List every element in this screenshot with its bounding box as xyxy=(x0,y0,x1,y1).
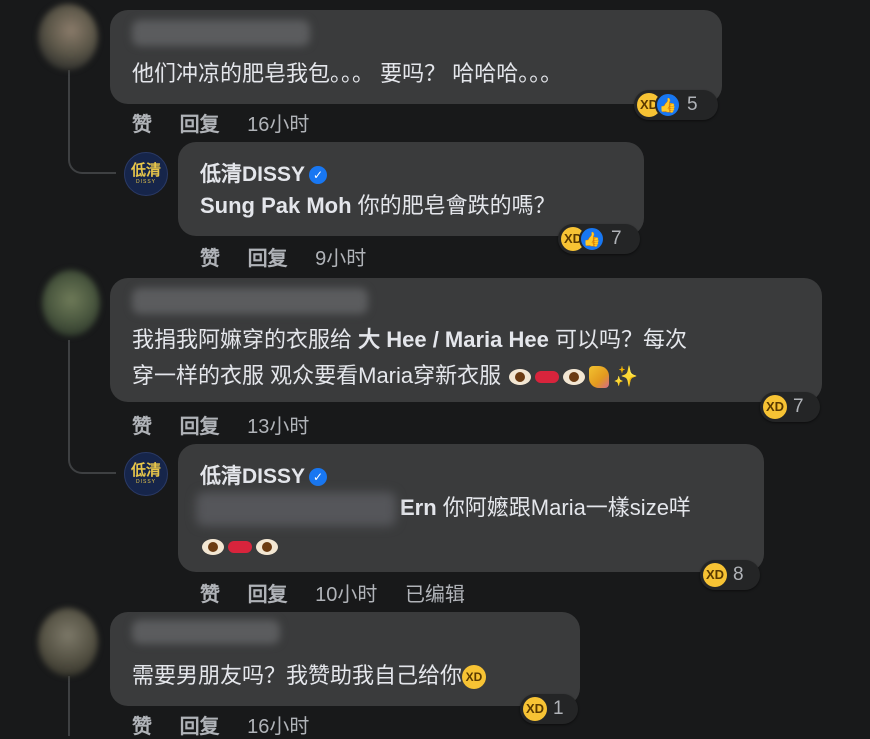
reply-author[interactable]: 低清DISSY ✓ xyxy=(200,460,328,490)
mention-link[interactable]: Ern xyxy=(400,495,437,520)
comment-text-part: 穿一样的衣服 观众要看Maria穿新衣服 xyxy=(132,363,502,388)
like-button[interactable]: 赞 xyxy=(132,416,152,438)
comment-text-line2: 穿一样的衣服 观众要看Maria穿新衣服 ✨ xyxy=(132,358,638,395)
comment-text: 他们冲凉的肥皂我包。。。 要吗？ 哈哈哈。。。 xyxy=(132,61,563,86)
like-icon: 👍 xyxy=(579,226,605,252)
comment-actions: 赞 回复 13小时 xyxy=(132,410,331,439)
reaction-summary[interactable]: XD 👍 5 xyxy=(634,90,718,120)
verified-icon: ✓ xyxy=(309,468,328,486)
reaction-summary[interactable]: XD 👍 7 xyxy=(558,224,640,254)
reaction-summary[interactable]: XD 1 xyxy=(520,694,578,724)
page-logo-sub: DISSY xyxy=(135,479,156,485)
reaction-count: 5 xyxy=(687,94,698,115)
mention-redacted xyxy=(196,492,396,527)
author-name-redacted xyxy=(132,620,280,644)
page-logo-sub: DISSY xyxy=(135,179,156,185)
comment-text-part: 我捐我阿嫲穿的衣服给 xyxy=(132,327,359,352)
reaction-count: 7 xyxy=(793,396,804,417)
page-avatar[interactable]: 低清 DISSY xyxy=(124,452,168,496)
mention-link[interactable]: 大 Hee / Maria Hee xyxy=(358,327,549,352)
comment-text: 需要男朋友吗？我赞助我自己给你 XD xyxy=(132,658,487,694)
like-button[interactable]: 赞 xyxy=(200,584,220,606)
eye-emoji-icon xyxy=(256,539,278,556)
reaction-summary[interactable]: XD 8 xyxy=(700,560,760,590)
eye-emoji-icon xyxy=(202,539,224,556)
thread-line xyxy=(68,676,70,736)
comment-text: 我捐我阿嫲穿的衣服给 大 Hee / Maria Hee 可以吗？每次 xyxy=(132,322,687,358)
avatar[interactable] xyxy=(42,270,100,336)
reply-body: 你的肥皂會跌的嗎？ xyxy=(351,193,556,218)
author-name-redacted xyxy=(132,20,310,46)
haha-icon: XD xyxy=(763,395,787,419)
thread-line xyxy=(68,70,116,174)
thread-line xyxy=(68,340,116,474)
avatar[interactable] xyxy=(38,608,98,676)
author-name-redacted xyxy=(132,288,368,314)
reply-emoji-line xyxy=(200,528,280,564)
timestamp[interactable]: 9小时 xyxy=(315,248,366,270)
haha-icon: XD xyxy=(703,563,727,587)
like-button[interactable]: 赞 xyxy=(132,716,152,738)
reply-author[interactable]: 低清DISSY ✓ xyxy=(200,158,328,188)
timestamp[interactable]: 13小时 xyxy=(247,416,309,438)
comment-body: 需要男朋友吗？我赞助我自己给你 xyxy=(132,663,463,688)
reply-text: Sung Pak Moh 你的肥皂會跌的嗎？ xyxy=(200,188,556,224)
timestamp[interactable]: 16小时 xyxy=(247,716,309,738)
reaction-count: 1 xyxy=(553,698,564,719)
author-name: 低清DISSY xyxy=(200,163,306,186)
tears-of-joy-emoji-icon: XD xyxy=(462,665,487,690)
page-logo-text: 低清 xyxy=(130,161,161,179)
sparkles-emoji-icon: ✨ xyxy=(613,366,639,389)
reply-button[interactable]: 回复 xyxy=(180,114,220,136)
comment-text-part: 可以吗？每次 xyxy=(548,327,687,352)
reaction-count: 8 xyxy=(733,564,744,585)
timestamp[interactable]: 16小时 xyxy=(247,114,309,136)
comment-actions: 赞 回复 16小时 xyxy=(132,108,331,137)
reply-actions: 赞 回复 9小时 xyxy=(200,242,388,271)
eye-emoji-icon xyxy=(509,369,532,386)
reply-button[interactable]: 回复 xyxy=(248,248,288,270)
nail-polish-emoji-icon xyxy=(589,366,610,389)
reaction-count: 7 xyxy=(611,228,622,249)
haha-icon: XD xyxy=(523,697,547,721)
mention-link[interactable]: Sung Pak Moh xyxy=(200,193,352,218)
reply-text: Ern 你阿嬷跟Maria一樣size咩 xyxy=(196,490,691,527)
reply-button[interactable]: 回复 xyxy=(248,584,288,606)
eye-emoji-icon xyxy=(563,369,586,386)
lips-emoji-icon xyxy=(535,371,560,384)
reply-button[interactable]: 回复 xyxy=(180,416,220,438)
avatar[interactable] xyxy=(38,4,98,70)
page-logo-text: 低清 xyxy=(130,461,161,479)
reaction-summary[interactable]: XD 7 xyxy=(760,392,820,422)
like-button[interactable]: 赞 xyxy=(200,248,220,270)
edited-label: 已编辑 xyxy=(404,584,465,606)
reply-body: 你阿嬷跟Maria一樣size咩 xyxy=(436,495,691,520)
page-avatar[interactable]: 低清 DISSY xyxy=(124,152,168,196)
lips-emoji-icon xyxy=(228,541,252,554)
reply-actions: 赞 回复 10小时 已编辑 xyxy=(200,578,487,607)
like-icon: 👍 xyxy=(655,92,681,118)
reply-button[interactable]: 回复 xyxy=(180,716,220,738)
verified-icon: ✓ xyxy=(309,166,328,184)
timestamp[interactable]: 10小时 xyxy=(315,584,377,606)
author-name: 低清DISSY xyxy=(200,465,306,488)
like-button[interactable]: 赞 xyxy=(132,114,152,136)
comment-actions: 赞 回复 16小时 xyxy=(132,710,331,739)
